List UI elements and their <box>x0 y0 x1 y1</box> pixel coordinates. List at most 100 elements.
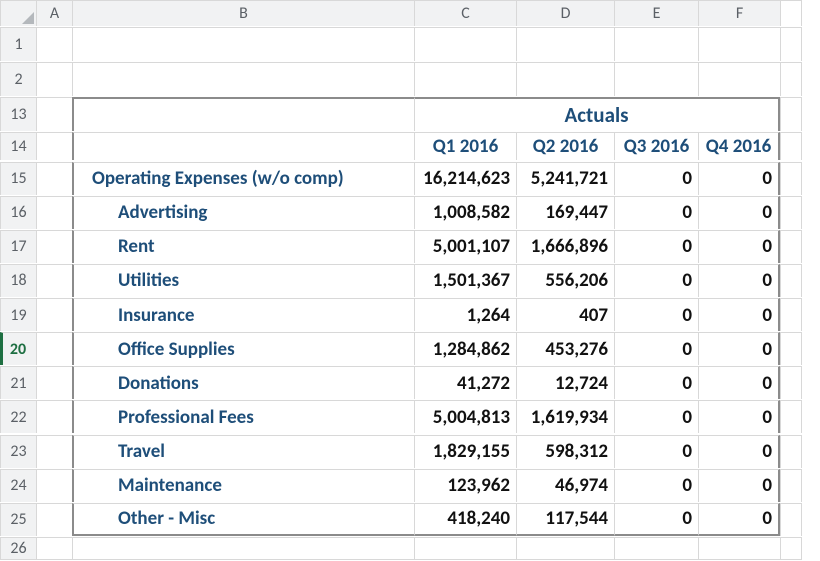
val-utilities-q2[interactable]: 556,206 <box>516 264 614 297</box>
val-advertising-q3[interactable]: 0 <box>614 196 698 229</box>
val-rent-q2[interactable]: 1,666,896 <box>516 230 614 263</box>
category-travel[interactable]: Travel <box>72 435 414 468</box>
cell-A18[interactable] <box>36 264 72 297</box>
cell-A23[interactable] <box>36 435 72 468</box>
row-header-26[interactable]: 26 <box>0 537 36 560</box>
cell-E1[interactable] <box>614 27 698 61</box>
cell-A16[interactable] <box>36 196 72 229</box>
cell-A21[interactable] <box>36 366 72 399</box>
val-donations-q4[interactable]: 0 <box>698 366 780 399</box>
col-header-C[interactable]: C <box>414 0 516 26</box>
cell-F26[interactable] <box>698 537 780 560</box>
val-donations-q2[interactable]: 12,724 <box>516 366 614 399</box>
cell-A14[interactable] <box>36 132 72 160</box>
row-header-15[interactable]: 15 <box>0 162 36 195</box>
val-travel-q1[interactable]: 1,829,155 <box>414 435 516 468</box>
category-other-misc[interactable]: Other - Misc <box>72 503 414 536</box>
spreadsheet-grid[interactable]: A B C D E F 1 2 13 Actuals 14 Q1 2016 Q2… <box>0 0 820 561</box>
val-professional-fees-q3[interactable]: 0 <box>614 400 698 433</box>
group-title[interactable]: Operating Expenses (w/o comp) <box>72 162 414 195</box>
val-travel-q4[interactable]: 0 <box>698 435 780 468</box>
col-header-F[interactable]: F <box>698 0 780 26</box>
row-header-13[interactable]: 13 <box>0 97 36 131</box>
group-total-q4[interactable]: 0 <box>698 162 780 195</box>
cell-A24[interactable] <box>36 469 72 502</box>
select-all-corner[interactable] <box>0 0 36 26</box>
cell-A25[interactable] <box>36 503 72 536</box>
row-header-21[interactable]: 21 <box>0 366 36 399</box>
val-insurance-q3[interactable]: 0 <box>614 298 698 331</box>
cell-B13[interactable] <box>72 97 414 131</box>
val-travel-q3[interactable]: 0 <box>614 435 698 468</box>
cell-C2[interactable] <box>414 62 516 96</box>
row-header-2[interactable]: 2 <box>0 62 36 96</box>
val-other-misc-q2[interactable]: 117,544 <box>516 503 614 536</box>
category-advertising[interactable]: Advertising <box>72 196 414 229</box>
col-header-A[interactable]: A <box>36 0 72 26</box>
cell-A19[interactable] <box>36 298 72 331</box>
row-header-20[interactable]: 20 <box>0 332 36 365</box>
row-header-19[interactable]: 19 <box>0 298 36 331</box>
val-maintenance-q3[interactable]: 0 <box>614 469 698 502</box>
col-header-E[interactable]: E <box>614 0 698 26</box>
val-travel-q2[interactable]: 598,312 <box>516 435 614 468</box>
cell-A15[interactable] <box>36 162 72 195</box>
cell-C1[interactable] <box>414 27 516 61</box>
col-header-D[interactable]: D <box>516 0 614 26</box>
cell-A17[interactable] <box>36 230 72 263</box>
cell-D26[interactable] <box>516 537 614 560</box>
group-total-q1[interactable]: 16,214,623 <box>414 162 516 195</box>
cell-D1[interactable] <box>516 27 614 61</box>
cell-A26[interactable] <box>36 537 72 560</box>
cell-A1[interactable] <box>36 27 72 61</box>
cell-F1[interactable] <box>698 27 780 61</box>
category-maintenance[interactable]: Maintenance <box>72 469 414 502</box>
val-office-supplies-q3[interactable]: 0 <box>614 332 698 365</box>
row-header-1[interactable]: 1 <box>0 27 36 61</box>
category-office-supplies[interactable]: Office Supplies <box>72 332 414 365</box>
val-utilities-q3[interactable]: 0 <box>614 264 698 297</box>
cell-D2[interactable] <box>516 62 614 96</box>
row-header-14[interactable]: 14 <box>0 132 36 160</box>
val-insurance-q4[interactable]: 0 <box>698 298 780 331</box>
row-header-18[interactable]: 18 <box>0 264 36 297</box>
cell-C26[interactable] <box>414 537 516 560</box>
category-donations[interactable]: Donations <box>72 366 414 399</box>
val-maintenance-q2[interactable]: 46,974 <box>516 469 614 502</box>
row-header-24[interactable]: 24 <box>0 469 36 502</box>
val-rent-q1[interactable]: 5,001,107 <box>414 230 516 263</box>
val-professional-fees-q2[interactable]: 1,619,934 <box>516 400 614 433</box>
cell-B14[interactable] <box>72 132 414 160</box>
cell-A20[interactable] <box>36 332 72 365</box>
val-advertising-q2[interactable]: 169,447 <box>516 196 614 229</box>
category-utilities[interactable]: Utilities <box>72 264 414 297</box>
cell-B2[interactable] <box>72 62 414 96</box>
cell-F2[interactable] <box>698 62 780 96</box>
cell-A2[interactable] <box>36 62 72 96</box>
row-header-25[interactable]: 25 <box>0 503 36 536</box>
val-advertising-q4[interactable]: 0 <box>698 196 780 229</box>
val-other-misc-q1[interactable]: 418,240 <box>414 503 516 536</box>
val-rent-q4[interactable]: 0 <box>698 230 780 263</box>
cell-B26[interactable] <box>72 537 414 560</box>
val-maintenance-q1[interactable]: 123,962 <box>414 469 516 502</box>
val-utilities-q4[interactable]: 0 <box>698 264 780 297</box>
val-professional-fees-q1[interactable]: 5,004,813 <box>414 400 516 433</box>
category-rent[interactable]: Rent <box>72 230 414 263</box>
val-donations-q3[interactable]: 0 <box>614 366 698 399</box>
cell-E2[interactable] <box>614 62 698 96</box>
row-header-23[interactable]: 23 <box>0 435 36 468</box>
cell-E26[interactable] <box>614 537 698 560</box>
val-donations-q1[interactable]: 41,272 <box>414 366 516 399</box>
row-header-17[interactable]: 17 <box>0 230 36 263</box>
group-total-q3[interactable]: 0 <box>614 162 698 195</box>
group-total-q2[interactable]: 5,241,721 <box>516 162 614 195</box>
cell-B1[interactable] <box>72 27 414 61</box>
val-other-misc-q4[interactable]: 0 <box>698 503 780 536</box>
category-insurance[interactable]: Insurance <box>72 298 414 331</box>
val-insurance-q1[interactable]: 1,264 <box>414 298 516 331</box>
val-rent-q3[interactable]: 0 <box>614 230 698 263</box>
cell-A13[interactable] <box>36 97 72 131</box>
val-utilities-q1[interactable]: 1,501,367 <box>414 264 516 297</box>
row-header-22[interactable]: 22 <box>0 400 36 433</box>
